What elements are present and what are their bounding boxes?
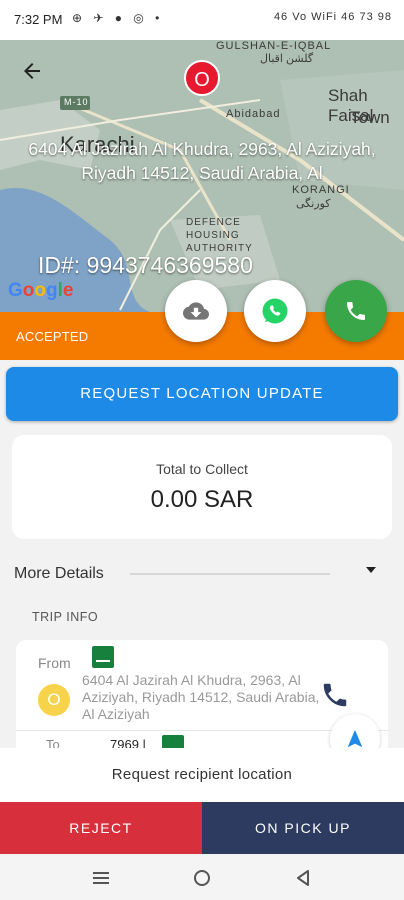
google-letter-g2: g [46,280,58,301]
order-id: ID#: 9943746369580 [38,252,253,278]
google-letter-e: e [62,280,74,301]
whatsapp-icon [262,298,288,324]
collect-amount: 0.00 SAR [150,486,254,513]
caret-down-icon[interactable] [365,564,377,579]
on-pick-up-button[interactable]: ON PICK UP [202,802,404,854]
map-view[interactable]: GULSHAN-E-IQBAL گلشن اقبال Abidabad Shah… [0,40,404,312]
caret-down-shape [366,567,376,573]
navigation-arrow-icon [347,729,363,748]
cloud-download-icon [183,302,209,320]
origin-badge: O [38,684,70,716]
map-label-m10: M-10 [64,97,89,107]
whatsapp-button[interactable] [244,280,306,342]
arrow-left-icon [24,63,40,79]
back-triangle-icon[interactable] [288,864,318,892]
cloud-button[interactable] [165,280,227,342]
back-triangle-shape [297,870,309,886]
call-button[interactable] [325,280,387,342]
status-right-indicators: 46 Vo WiFi 46 73 98 [273,11,392,23]
pickup-marker[interactable]: O [184,60,220,96]
status-notification-icons: ⊕ ✈ ● ◎ • [72,11,164,25]
google-logo: Google [8,280,73,302]
menu-lines [93,872,109,884]
from-address: 6404 Al Jazirah Al Khudra, 2963, Al Aziz… [82,672,320,722]
more-details-divider [130,573,330,575]
home-circle-icon[interactable] [187,864,217,892]
map-label-korangi-urdu: کورنگی [296,198,331,210]
call-origin-button[interactable] [320,680,356,716]
status-bar: 7:32 PM ⊕ ✈ ● ◎ • 46 Vo WiFi 46 73 98 [0,0,404,40]
back-button[interactable] [16,58,48,90]
order-status-label: ACCEPTED [16,329,89,344]
map-label-town: Town [350,108,390,127]
address-overlay: 6404 Al Jazirah Al Khudra, 2963, Al Aziz… [28,139,376,183]
map-label-gulshan: GULSHAN-E-IQBAL [216,40,332,52]
status-time: 7:32 PM [14,12,63,27]
map-label-abidabad: Abidabad [226,108,281,120]
system-nav-bar [0,856,404,900]
home-circle-shape [194,870,210,886]
bottom-action-bar: REJECT ON PICK UP [0,802,404,854]
from-label: From [38,655,71,671]
more-details-toggle[interactable]: More Details [14,565,104,583]
saudi-flag-icon [92,646,114,668]
map-label-gulshan-urdu: گلشن اقبال [260,53,314,65]
menu-icon[interactable] [86,864,116,892]
map-label-korangi: KORANGI [292,184,350,196]
trip-info-heading: TRIP INFO [32,610,99,624]
request-location-update-button[interactable]: REQUEST LOCATION UPDATE [6,367,398,421]
phone-icon [347,302,365,320]
google-letter-o2: o [34,280,46,301]
collect-card: Total to Collect 0.00 SAR [12,435,392,539]
google-letter-g: G [8,280,23,301]
phone-icon [323,683,347,707]
map-label-defence: DEFENCE HOUSING AUTHORITY [186,217,253,254]
request-recipient-location-button[interactable]: Request recipient location [0,748,404,802]
reject-button[interactable]: REJECT [0,802,202,854]
collect-label: Total to Collect [156,461,248,477]
google-letter-o1: o [22,280,35,301]
